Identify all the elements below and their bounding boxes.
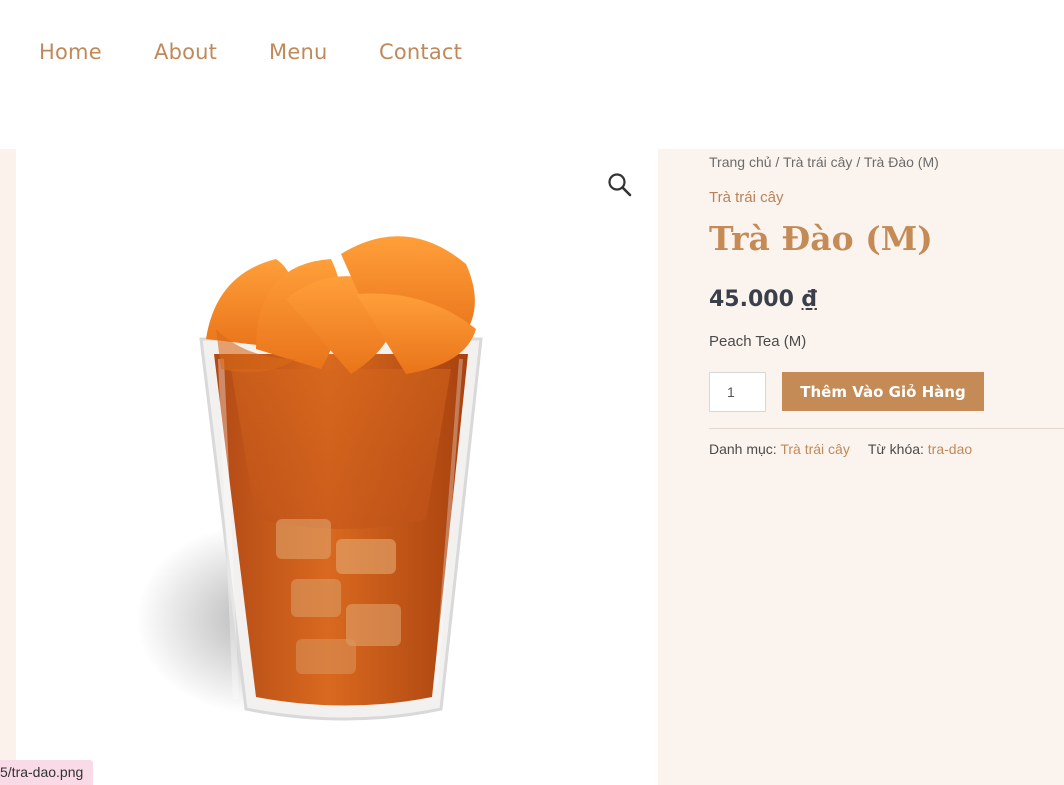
status-bar-url: 5/tra-dao.png bbox=[0, 760, 94, 785]
add-to-cart-button[interactable]: Thêm Vào Giỏ Hàng bbox=[782, 372, 984, 411]
category-meta-link[interactable]: Trà trái cây bbox=[780, 441, 850, 457]
tag-meta-label: Từ khóa: bbox=[867, 441, 924, 457]
product-title: Trà Đào (M) bbox=[709, 219, 933, 258]
product-meta: Danh mục: Trà trái cây Từ khóa: tra-dao bbox=[709, 441, 972, 457]
breadcrumb-separator: / bbox=[852, 154, 864, 170]
price-value: 45.000 bbox=[709, 287, 794, 312]
product-summary: Trang chủ / Trà trái cây / Trà Đào (M) T… bbox=[658, 149, 1064, 785]
nav-home[interactable]: Home bbox=[39, 40, 102, 64]
quantity-input[interactable] bbox=[709, 372, 766, 412]
left-background-strip bbox=[0, 149, 16, 785]
nav-contact[interactable]: Contact bbox=[379, 40, 462, 64]
breadcrumb-separator: / bbox=[771, 154, 783, 170]
site-header: Home About Menu Contact bbox=[0, 0, 1064, 149]
divider bbox=[709, 428, 1064, 429]
peach-tea-cup-image[interactable] bbox=[106, 219, 526, 739]
product-description: Peach Tea (M) bbox=[709, 333, 807, 350]
product-category-link[interactable]: Trà trái cây bbox=[709, 189, 783, 206]
product-price: 45.000 ₫ bbox=[709, 287, 817, 312]
product-gallery bbox=[16, 149, 658, 785]
nav-about[interactable]: About bbox=[154, 40, 217, 64]
breadcrumb-home[interactable]: Trang chủ bbox=[709, 154, 772, 170]
breadcrumb-current: Trà Đào (M) bbox=[863, 154, 939, 170]
currency-symbol: ₫ bbox=[801, 287, 817, 312]
nav-menu[interactable]: Menu bbox=[269, 40, 327, 64]
breadcrumb: Trang chủ / Trà trái cây / Trà Đào (M) bbox=[709, 154, 939, 170]
breadcrumb-category[interactable]: Trà trái cây bbox=[783, 154, 853, 170]
tag-meta-link[interactable]: tra-dao bbox=[928, 441, 972, 457]
magnifier-icon[interactable] bbox=[606, 171, 634, 199]
category-meta-label: Danh mục: bbox=[709, 441, 777, 457]
